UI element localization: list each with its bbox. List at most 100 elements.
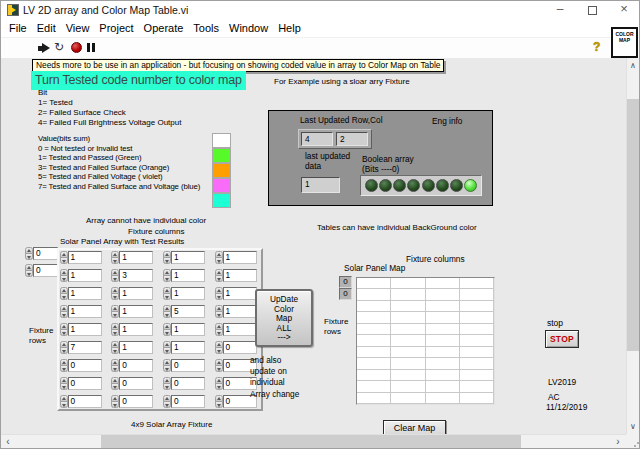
- scroll-right-arrow[interactable]: ›: [611, 435, 625, 449]
- menu-window[interactable]: Window: [224, 22, 273, 34]
- array-cell-r7c2[interactable]: 0: [119, 359, 153, 372]
- array-cell-spinner[interactable]: [215, 287, 223, 300]
- array-cell-spinner[interactable]: [60, 305, 68, 318]
- menu-tools[interactable]: Tools: [188, 22, 224, 34]
- menu-help[interactable]: Help: [273, 22, 306, 34]
- array-cell-spinner[interactable]: [111, 359, 119, 372]
- context-help-icon[interactable]: ?: [593, 40, 600, 54]
- map-cell[interactable]: [357, 278, 391, 289]
- array-cell-r2c3[interactable]: 1: [171, 269, 205, 282]
- array-cell-spinner[interactable]: [111, 395, 119, 408]
- array-cell-r3c4[interactable]: 1: [223, 287, 257, 300]
- map-cell[interactable]: [391, 289, 425, 300]
- map-cell[interactable]: [391, 358, 425, 369]
- update-color-map-button[interactable]: UpDate Color Map ALL --->: [255, 289, 313, 347]
- map-cell[interactable]: [460, 381, 494, 392]
- map-cell[interactable]: [426, 370, 460, 381]
- map-cell[interactable]: [460, 335, 494, 346]
- array-cell-r5c4[interactable]: 1: [223, 323, 257, 336]
- array-cell-spinner[interactable]: [60, 251, 68, 264]
- array-cell-r7c3[interactable]: 0: [171, 359, 205, 372]
- map-cell[interactable]: [426, 381, 460, 392]
- array-row-index-spinner[interactable]: [25, 247, 33, 260]
- maximize-button[interactable]: [579, 1, 605, 19]
- map-cell[interactable]: [426, 335, 460, 346]
- map-cell[interactable]: [391, 347, 425, 358]
- close-button[interactable]: ×: [611, 1, 637, 19]
- map-cell[interactable]: [357, 301, 391, 312]
- map-cell[interactable]: [391, 393, 425, 404]
- map-cell[interactable]: [391, 312, 425, 323]
- map-cell[interactable]: [460, 370, 494, 381]
- array-cell-spinner[interactable]: [60, 341, 68, 354]
- resize-grip[interactable]: [626, 434, 639, 449]
- array-cell-r6c3[interactable]: 1: [171, 341, 205, 354]
- map-cell[interactable]: [460, 393, 494, 404]
- run-continuous-button[interactable]: ↻: [54, 40, 64, 54]
- menu-view[interactable]: View: [61, 22, 95, 34]
- scroll-down-arrow[interactable]: ∨: [627, 419, 639, 434]
- array-cell-r8c3[interactable]: 0: [171, 377, 205, 390]
- map-cell[interactable]: [460, 289, 494, 300]
- map-cell[interactable]: [357, 312, 391, 323]
- array-cell-spinner[interactable]: [60, 323, 68, 336]
- array-cell-spinner[interactable]: [163, 251, 171, 264]
- map-cell[interactable]: [391, 335, 425, 346]
- pause-button[interactable]: [87, 43, 95, 52]
- horizontal-scrollbar[interactable]: ‹ ›: [1, 434, 628, 449]
- array-cell-r3c1[interactable]: 1: [68, 287, 102, 300]
- map-cell[interactable]: [426, 301, 460, 312]
- map-cell[interactable]: [460, 358, 494, 369]
- array-cell-r1c3[interactable]: 1: [171, 251, 205, 264]
- array-cell-spinner[interactable]: [60, 287, 68, 300]
- map-cell[interactable]: [357, 393, 391, 404]
- array-cell-r6c4[interactable]: 0: [223, 341, 257, 354]
- array-cell-spinner[interactable]: [163, 323, 171, 336]
- array-cell-r4c2[interactable]: 1: [119, 305, 153, 318]
- array-cell-spinner[interactable]: [215, 341, 223, 354]
- map-cell[interactable]: [460, 312, 494, 323]
- array-cell-spinner[interactable]: [163, 341, 171, 354]
- map-cell[interactable]: [426, 289, 460, 300]
- map-cell[interactable]: [426, 347, 460, 358]
- array-cell-r9c3[interactable]: 0: [171, 395, 205, 408]
- map-cell[interactable]: [357, 324, 391, 335]
- vertical-scrollbar[interactable]: ∧ ∨: [626, 58, 639, 434]
- array-cell-spinner[interactable]: [215, 377, 223, 390]
- array-cell-r1c4[interactable]: 1: [223, 251, 257, 264]
- array-cell-spinner[interactable]: [163, 395, 171, 408]
- array-cell-spinner[interactable]: [111, 323, 119, 336]
- map-cell[interactable]: [357, 370, 391, 381]
- array-cell-r8c1[interactable]: 0: [68, 377, 102, 390]
- array-cell-spinner[interactable]: [111, 251, 119, 264]
- array-cell-r5c1[interactable]: 1: [68, 323, 102, 336]
- array-cell-r8c2[interactable]: 0: [119, 377, 153, 390]
- array-cell-spinner[interactable]: [215, 305, 223, 318]
- stop-button[interactable]: STOP: [545, 330, 579, 348]
- array-cell-r4c3[interactable]: 5: [171, 305, 205, 318]
- array-cell-spinner[interactable]: [163, 377, 171, 390]
- array-cell-spinner[interactable]: [60, 395, 68, 408]
- array-cell-spinner[interactable]: [163, 269, 171, 282]
- array-cell-spinner[interactable]: [215, 269, 223, 282]
- map-cell[interactable]: [426, 312, 460, 323]
- solar-panel-map-table[interactable]: [356, 277, 495, 405]
- horizontal-scroll-thumb[interactable]: [101, 435, 521, 449]
- array-col-index-spinner[interactable]: [25, 264, 33, 277]
- menu-edit[interactable]: Edit: [32, 22, 61, 34]
- map-cell[interactable]: [426, 358, 460, 369]
- array-cell-spinner[interactable]: [163, 305, 171, 318]
- array-cell-spinner[interactable]: [111, 305, 119, 318]
- array-cell-r7c1[interactable]: 0: [68, 359, 102, 372]
- menu-file[interactable]: File: [4, 22, 32, 34]
- map-cell[interactable]: [391, 381, 425, 392]
- array-cell-r5c3[interactable]: 1: [171, 323, 205, 336]
- map-col-index[interactable]: 0: [339, 288, 352, 300]
- map-cell[interactable]: [357, 381, 391, 392]
- array-cell-r4c4[interactable]: 1: [223, 305, 257, 318]
- map-cell[interactable]: [357, 289, 391, 300]
- array-cell-spinner[interactable]: [111, 269, 119, 282]
- array-cell-spinner[interactable]: [163, 359, 171, 372]
- array-cell-r3c2[interactable]: 1: [119, 287, 153, 300]
- array-col-index[interactable]: 0: [33, 264, 58, 277]
